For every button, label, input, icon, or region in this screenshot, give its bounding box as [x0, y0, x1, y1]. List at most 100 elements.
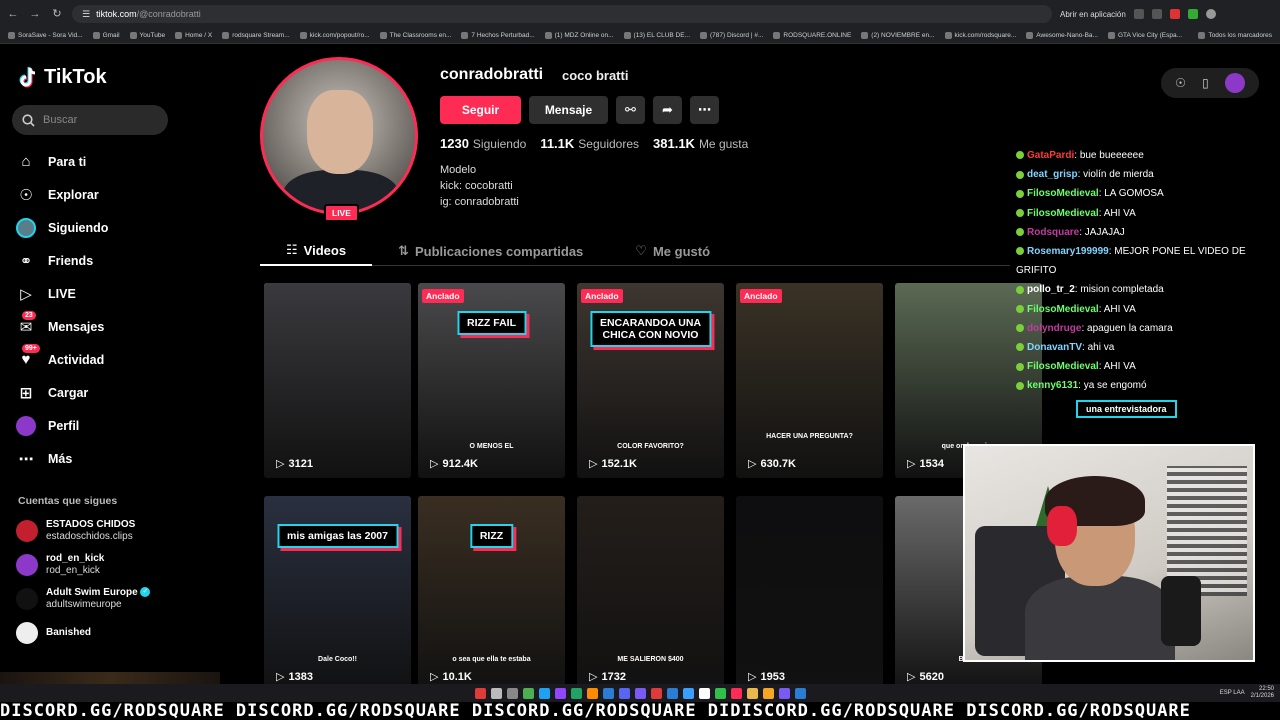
taskbar-app-icon[interactable] — [730, 687, 742, 699]
language-indicator[interactable]: ESP LAA — [1220, 690, 1245, 696]
taskbar-app-icon[interactable] — [634, 687, 646, 699]
video-thumbnail[interactable]: Anclado RIZZ FAIL O MENOS EL ▷ 912.4K — [418, 283, 565, 478]
taskbar-app-icon[interactable] — [522, 687, 534, 699]
video-thumbnail[interactable]: ▷ 1953 — [736, 496, 883, 691]
taskbar-app-icon[interactable] — [650, 687, 662, 699]
chat-text: ya se engomó — [1083, 380, 1147, 392]
bookmark-item[interactable]: Gmail — [93, 32, 120, 39]
followed-account[interactable]: ESTADOS CHIDOS estadoschidos.clips — [16, 514, 150, 548]
bookmark-item[interactable]: SoraSave - Sora Vid... — [8, 32, 83, 39]
extension-icon[interactable] — [1187, 9, 1198, 19]
taskbar-app-icon[interactable] — [618, 687, 630, 699]
video-caption: RIZZ FAIL — [457, 311, 526, 335]
video-thumbnail[interactable]: Anclado HACER UNA PREGUNTA? ▷ 630.7K — [736, 283, 883, 478]
tiktok-logo[interactable]: TikTok — [18, 66, 107, 89]
stat-siguiendo[interactable]: 1230 Siguiendo — [440, 136, 526, 151]
chat-username: FilosoMedieval — [1027, 207, 1099, 219]
sidebar-item-explorar[interactable]: ☉ Explorar — [16, 178, 108, 211]
bookmark-item[interactable]: YouTube — [130, 32, 166, 39]
video-thumbnail[interactable]: RIZZ o sea que ella te estaba ▷ 10.1K — [418, 496, 565, 691]
taskbar-app-icon[interactable] — [538, 687, 550, 699]
follow-button[interactable]: Seguir — [440, 96, 521, 124]
video-thumbnail[interactable]: ME SALIERON $400 ▷ 1732 — [577, 496, 724, 691]
bookmark-item[interactable]: kick.com/rodsquare... — [945, 32, 1017, 39]
profile-avatar[interactable] — [260, 57, 418, 215]
extension-icon[interactable] — [1169, 9, 1180, 19]
taskbar-app-icon[interactable] — [570, 687, 582, 699]
view-count-value: 1383 — [288, 670, 313, 683]
search-input[interactable]: Buscar — [12, 105, 168, 135]
add-friend-button[interactable]: ⚯ — [616, 96, 645, 124]
bookmark-item[interactable]: Awesome-Nano-Ba... — [1026, 32, 1098, 39]
bookmark-item[interactable]: GTA Vice City (Espa... — [1108, 32, 1182, 39]
stat-seguidores[interactable]: 11.1K Seguidores — [540, 136, 639, 151]
open-in-app-button[interactable]: Abrir en aplicación — [1060, 10, 1126, 19]
reload-icon[interactable]: ↻ — [50, 7, 64, 21]
tab-me-gustó[interactable]: ♡ Me gustó — [609, 236, 736, 266]
bookmark-item[interactable]: kick.com/popout/ro... — [300, 32, 370, 39]
clock-date[interactable]: 2/1/2026 — [1251, 693, 1274, 700]
taskbar-app-icon[interactable] — [474, 687, 486, 699]
share-button[interactable]: ➦ — [653, 96, 682, 124]
taskbar-app-icon[interactable] — [586, 687, 598, 699]
bookmark-item[interactable]: (1) MDZ Online on... — [545, 32, 614, 39]
extension-icon[interactable] — [1133, 9, 1144, 19]
taskbar-app-icon[interactable] — [490, 687, 502, 699]
back-icon[interactable]: ← — [6, 7, 20, 21]
live-badge[interactable]: LIVE — [324, 204, 359, 222]
user-avatar[interactable] — [1224, 73, 1245, 93]
video-thumbnail[interactable]: mis amigas las 2007 Dale Coco!! ▷ 1383 — [264, 496, 411, 691]
taskbar-app-icon[interactable] — [714, 687, 726, 699]
video-thumbnail[interactable]: Anclado ENCARANDOA UNA CHICA CON NOVIO COL… — [577, 283, 724, 478]
tab-publicaciones-compartidas[interactable]: ⇅ Publicaciones compartidas — [372, 236, 609, 266]
bookmark-item[interactable]: 7 Hechos Perturbad... — [461, 32, 534, 39]
sidebar-item-mensajes[interactable]: ✉ 23 Mensajes — [16, 310, 108, 343]
followed-account[interactable]: rod_en_kick rod_en_kick — [16, 548, 150, 582]
video-thumbnail[interactable]: ▷ 3121 — [264, 283, 411, 478]
taskbar-app-icon[interactable] — [698, 687, 710, 699]
compass-icon[interactable]: ☉ — [1175, 76, 1186, 90]
site-info-icon[interactable]: ☰ — [82, 9, 90, 20]
followed-account[interactable]: Adult Swim Europe ✓ adultswimeurope — [16, 582, 151, 616]
clock-time[interactable]: 22:50 — [1251, 686, 1274, 693]
taskbar-app-icon[interactable] — [554, 687, 566, 699]
sidebar-item-friends[interactable]: ⚭ Friends — [16, 244, 108, 277]
taskbar-app-icon[interactable] — [602, 687, 614, 699]
profile-icon[interactable] — [1205, 9, 1216, 19]
taskbar-app-icon[interactable] — [666, 687, 678, 699]
bookmark-item[interactable]: Home / X — [175, 32, 212, 39]
sidebar-item-cargar[interactable]: ⊞ Cargar — [16, 376, 108, 409]
bookmark-item[interactable]: (13) EL CLUB DE... — [624, 32, 690, 39]
taskbar-app-icon[interactable] — [794, 687, 806, 699]
taskbar-app-icon[interactable] — [762, 687, 774, 699]
bookmark-item[interactable]: rodsquare Stream... — [222, 32, 289, 39]
bookmark-item[interactable]: The Classrooms en... — [380, 32, 452, 39]
taskbar-app-icon[interactable] — [778, 687, 790, 699]
chat-text: AHI VA — [1103, 207, 1136, 219]
sidebar-item-actividad[interactable]: ♥ 99+ Actividad — [16, 343, 108, 376]
sidebar-item-perfil[interactable]: Perfil — [16, 409, 108, 442]
tab-videos[interactable]: ☷ Videos — [260, 236, 373, 266]
taskbar-app-icon[interactable] — [682, 687, 694, 699]
stat-me-gusta[interactable]: 381.1K Me gusta — [653, 136, 748, 151]
chat-message: GataPardi: bue bueeeeee — [1016, 146, 1256, 165]
sidebar-item-siguiendo[interactable]: Siguiendo — [16, 211, 108, 244]
extension-icon[interactable] — [1151, 9, 1162, 19]
device-icon[interactable]: ▯ — [1202, 76, 1209, 90]
bookmark-item[interactable]: RODSQUARE.ONLINE — [773, 32, 851, 39]
more-options-button[interactable]: ⋯ — [690, 96, 719, 124]
forward-icon[interactable]: → — [28, 7, 42, 21]
followed-account[interactable]: Banished — [16, 616, 150, 650]
view-count-value: 10.1K — [442, 670, 472, 683]
bookmark-item[interactable]: (2) NOVIEMBRE en... — [861, 32, 934, 39]
sidebar-item-live[interactable]: ▷ LIVE — [16, 277, 108, 310]
message-button[interactable]: Mensaje — [529, 96, 608, 124]
bookmark-item[interactable]: (787) Discord | #... — [700, 32, 763, 39]
taskbar-app-icon[interactable] — [746, 687, 758, 699]
notification-badge: 23 — [22, 310, 36, 320]
sidebar-item-para-ti[interactable]: ⌂ Para ti — [16, 145, 108, 178]
taskbar-app-icon[interactable] — [506, 687, 518, 699]
all-bookmarks[interactable]: Todos los marcadores — [1198, 32, 1272, 39]
sidebar-item-más[interactable]: ⋯ Más — [16, 442, 108, 475]
address-bar[interactable]: ☰ tiktok.com/@conradobratti — [72, 5, 1052, 23]
